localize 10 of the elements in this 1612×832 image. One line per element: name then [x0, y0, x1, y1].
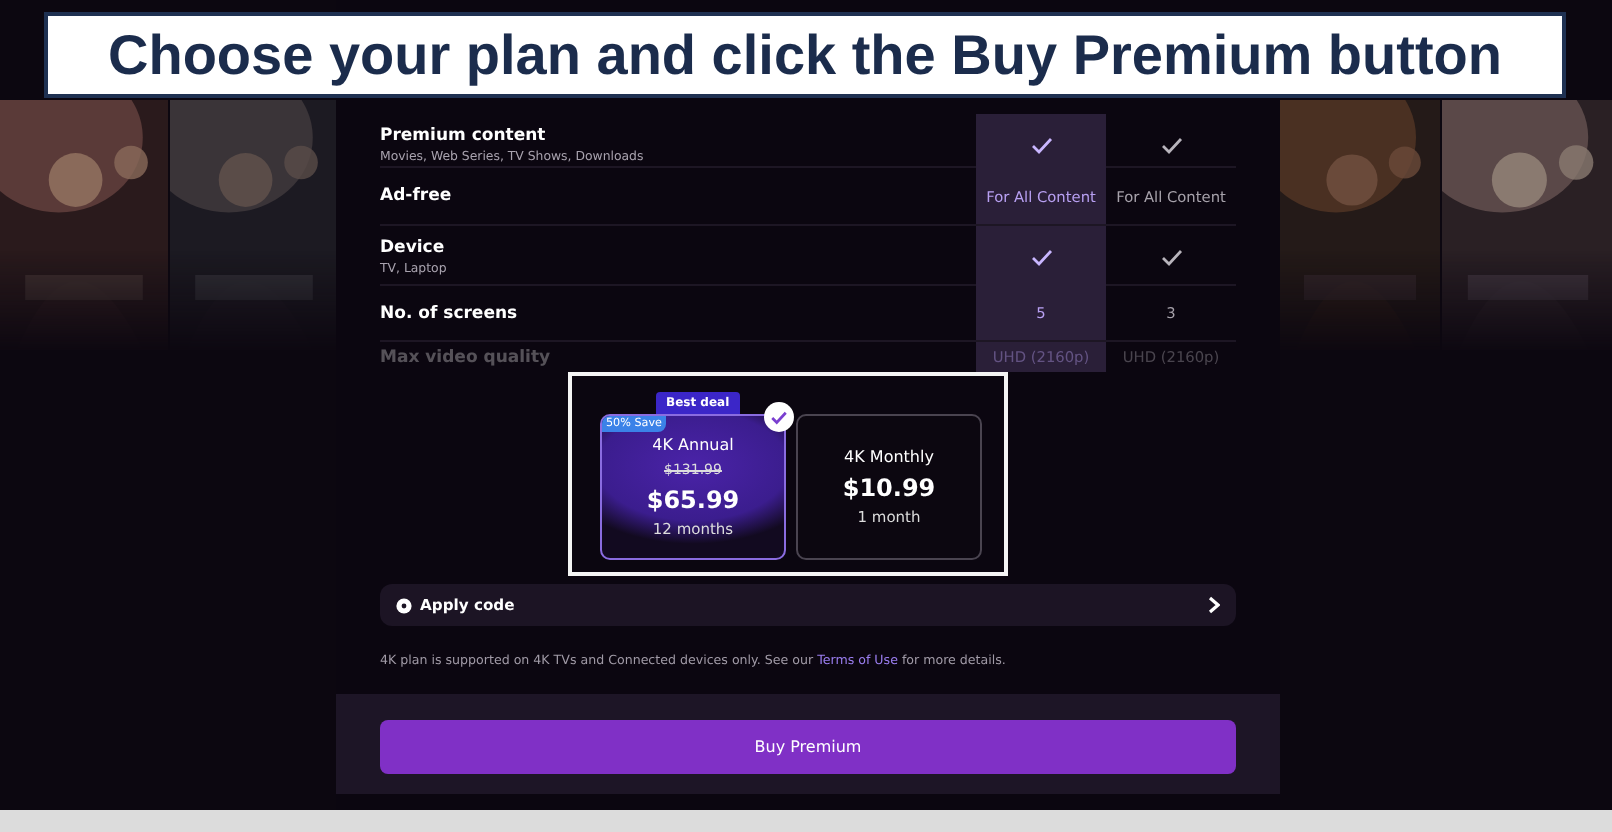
plan-name: 4K Annual: [652, 436, 734, 454]
plan-price: $10.99: [842, 474, 936, 502]
plan-name: 4K Monthly: [844, 448, 934, 466]
feature-label: Premium content: [380, 126, 548, 146]
feature-label: Max video quality: [380, 347, 553, 367]
feature-label: Device: [380, 238, 447, 258]
headline: Choose your plan and click the Buy Premium button: [44, 12, 1566, 98]
feature-label: Ad-free: [380, 186, 454, 206]
feature-label: No. of screens: [380, 303, 520, 323]
plan-price: $65.99: [646, 486, 740, 514]
